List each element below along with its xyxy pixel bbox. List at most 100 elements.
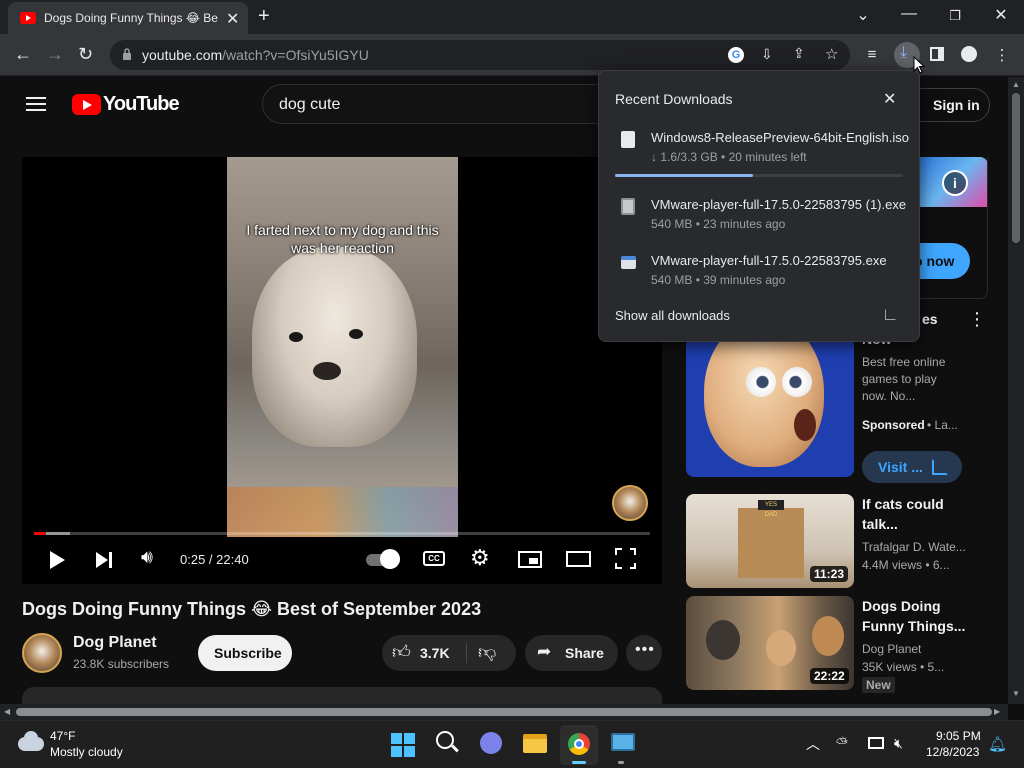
back-button[interactable]: ← — [14, 44, 32, 65]
weather-widget[interactable]: 47°F Mostly cloudy — [14, 727, 144, 763]
time-display: 0:25 / 22:40 — [180, 552, 249, 567]
progress-fill — [34, 532, 46, 535]
ad-sponsor-suffix: • La... — [927, 418, 958, 432]
guide-menu-icon[interactable] — [26, 97, 46, 111]
remote-desktop-icon[interactable] — [611, 733, 635, 751]
show-hidden-icons-chevron[interactable]: ︿ — [806, 734, 820, 754]
channel-avatar[interactable] — [22, 633, 62, 673]
recommendation-thumbnail[interactable]: 22:22 — [686, 596, 854, 690]
file-explorer-icon[interactable] — [523, 734, 547, 753]
download-filename: VMware-player-full-17.5.0-22583795 (1).e… — [651, 197, 907, 212]
video-caption: I farted next to my dog and this was her… — [246, 222, 439, 256]
close-window-button[interactable]: ✕ — [986, 5, 1016, 25]
download-progress-bar — [615, 174, 903, 177]
lock-icon — [123, 48, 131, 60]
open-external-icon[interactable] — [885, 309, 896, 320]
horizontal-scrollbar[interactable]: ◀ ▶ — [0, 704, 1008, 720]
browser-tab[interactable]: Dogs Doing Funny Things 😂 Be ✕ — [8, 2, 248, 34]
sign-in-label: Sign in — [933, 97, 980, 113]
progress-bar[interactable] — [34, 532, 650, 535]
download-progress-fill — [615, 174, 754, 177]
scroll-up-arrow-icon[interactable]: ▲ — [1012, 80, 1020, 89]
teams-chat-icon[interactable] — [480, 732, 502, 754]
recommendation-thumbnail[interactable]: YES DAD 11:23 — [686, 494, 854, 588]
scroll-down-arrow-icon[interactable]: ▼ — [1012, 689, 1020, 698]
download-item[interactable]: Windows8-ReleasePreview-64bit-English.is… — [599, 121, 919, 179]
search-input[interactable]: dog cute — [262, 84, 622, 124]
chrome-taskbar-button[interactable] — [560, 725, 598, 765]
next-button[interactable] — [96, 552, 108, 568]
scroll-right-arrow-icon[interactable]: ▶ — [994, 707, 1000, 716]
restore-button[interactable]: ❐ — [940, 8, 970, 24]
horizontal-scroll-thumb[interactable] — [16, 708, 992, 716]
share-button[interactable]: ➦ Share — [525, 635, 618, 671]
network-icon[interactable]: ⛅︎ — [836, 735, 848, 752]
clock-date[interactable]: 12/8/2023 — [926, 745, 979, 759]
recommendation-channel: Dog Planet — [862, 642, 922, 656]
forward-button[interactable]: → — [46, 44, 64, 65]
channel-watermark-avatar[interactable] — [612, 485, 648, 521]
duration-badge: 22:22 — [810, 668, 849, 684]
url-text: youtube.com/watch?v=OfsiYu5IGYU — [142, 47, 369, 63]
reload-button[interactable]: ↻ — [78, 44, 93, 65]
install-app-icon[interactable]: ⇩ — [761, 46, 773, 63]
captions-button[interactable]: CC — [423, 551, 445, 566]
duration-badge: 11:23 — [810, 566, 849, 582]
profile-avatar-icon[interactable] — [961, 46, 977, 62]
like-button[interactable]: 👍︎ — [392, 641, 411, 663]
downloads-heading: Recent Downloads — [615, 91, 733, 107]
fullscreen-button[interactable] — [614, 547, 637, 570]
side-panel-icon[interactable] — [930, 47, 944, 61]
vertical-scrollbar[interactable]: ▲ ▼ — [1008, 77, 1024, 704]
new-tab-button[interactable]: + — [258, 5, 270, 28]
theater-mode-button[interactable] — [566, 551, 591, 567]
dislike-button[interactable]: 👎︎ — [478, 641, 496, 663]
recommendation-title[interactable]: Dogs Doing Funny Things... — [862, 596, 972, 636]
channel-name[interactable]: Dog Planet — [73, 634, 157, 652]
subscribe-button[interactable]: Subscribe — [198, 635, 292, 671]
play-button[interactable] — [50, 551, 65, 569]
display-icon[interactable] — [868, 737, 884, 749]
recommendation-title[interactable]: If cats could talk... — [862, 494, 972, 534]
bookmark-star-icon[interactable]: ☆ — [825, 45, 838, 63]
start-button[interactable] — [391, 733, 415, 757]
video-player[interactable]: I farted next to my dog and this was her… — [22, 157, 662, 584]
reading-list-icon[interactable]: ≡ — [862, 46, 882, 63]
notification-bell-icon[interactable]: 🔔︎ — [988, 735, 1007, 753]
download-item[interactable]: VMware-player-full-17.5.0-22583795 (1).e… — [599, 188, 919, 236]
share-icon[interactable]: ⇪ — [793, 45, 805, 62]
ad-title-partial[interactable]: es — [922, 311, 938, 327]
vertical-scroll-thumb[interactable] — [1012, 93, 1020, 243]
weather-condition: Mostly cloudy — [50, 745, 123, 759]
windows-taskbar: 47°F Mostly cloudy ︿ ⛅︎ 🔇︎ 9:05 PM 12/8/… — [0, 720, 1024, 768]
address-bar[interactable]: youtube.com/watch?v=OfsiYu5IGYU G ⇩ ⇪ ☆ — [110, 40, 850, 70]
subscriber-count: 23.8K subscribers — [73, 657, 170, 671]
ad-visit-button[interactable]: Visit ... — [862, 451, 962, 483]
recommendation-meta: 4.4M views • 6... — [862, 558, 950, 572]
mouse-cursor-icon — [913, 56, 925, 74]
dog-image — [252, 247, 417, 447]
scroll-left-arrow-icon[interactable]: ◀ — [4, 707, 10, 716]
chrome-menu-icon[interactable]: ⋮ — [992, 46, 1012, 64]
youtube-favicon-icon — [20, 12, 36, 24]
clock-time[interactable]: 9:05 PM — [936, 729, 981, 743]
tab-strip: Dogs Doing Funny Things 😂 Be ✕ + ⌄ — ❐ ✕ — [0, 0, 1024, 34]
downloads-close-icon[interactable]: ✕ — [883, 89, 896, 109]
settings-gear-icon[interactable]: ⚙ — [470, 545, 490, 571]
volume-icon[interactable]: 🔊︎ — [141, 547, 153, 569]
download-item[interactable]: VMware-player-full-17.5.0-22583795.exe 5… — [599, 244, 919, 292]
description-box[interactable] — [22, 687, 662, 704]
show-all-downloads-link[interactable]: Show all downloads — [615, 308, 730, 323]
ad-thumbnail[interactable] — [686, 337, 854, 477]
ad-description: Best free online games to play now. No..… — [862, 355, 946, 403]
google-lens-icon[interactable]: G — [728, 47, 744, 63]
minimize-button[interactable]: — — [894, 5, 924, 23]
more-actions-button[interactable]: ••• — [626, 635, 662, 671]
autoplay-knob-icon — [380, 549, 400, 569]
volume-muted-icon[interactable]: 🔇︎ — [894, 735, 903, 752]
tab-close-icon[interactable]: ✕ — [226, 9, 239, 29]
ad-more-icon[interactable]: ⋮ — [968, 309, 986, 330]
miniplayer-button[interactable] — [518, 551, 542, 568]
download-filename: Windows8-ReleasePreview-64bit-English.is… — [651, 130, 909, 145]
tab-search-chevron-icon[interactable]: ⌄ — [848, 5, 878, 25]
